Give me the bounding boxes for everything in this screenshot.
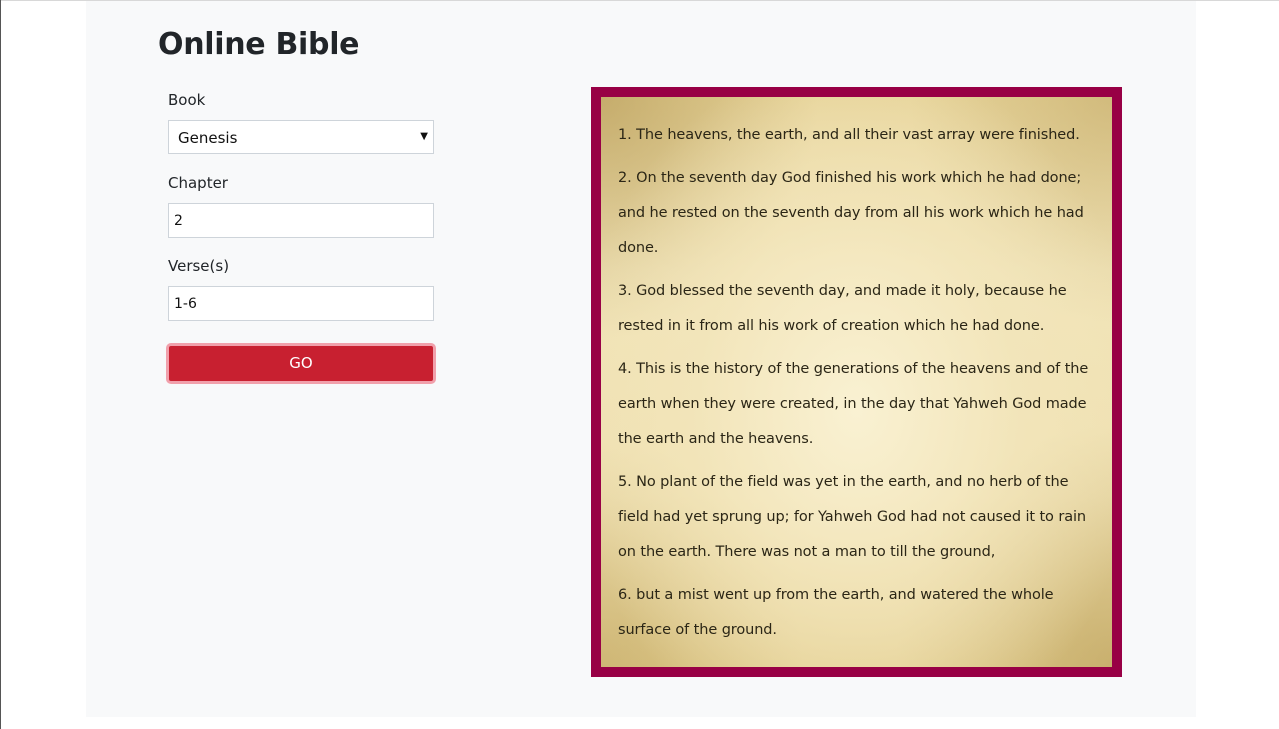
main-container: Online Bible Book Genesis ▼ Chapter Vers… [86,1,1196,717]
verse-text: 5. No plant of the field was yet in the … [618,474,1087,560]
window-left-border [0,0,1,729]
book-label: Book [168,91,206,109]
go-button[interactable]: GO [166,343,436,384]
chapter-input[interactable] [168,203,434,238]
verses-label: Verse(s) [168,257,230,275]
book-select[interactable]: Genesis ▼ [168,120,434,154]
book-select-value: Genesis [178,129,238,147]
page-title: Online Bible [158,27,360,62]
verses-input[interactable] [168,286,434,321]
chapter-label: Chapter [168,174,228,192]
verse-text: 3. God blessed the seventh day, and made… [618,283,1067,334]
verse-text: 1. The heavens, the earth, and all their… [618,127,1080,143]
verse-text: 6. but a mist went up from the earth, an… [618,587,1054,638]
caret-down-icon: ▼ [420,131,428,142]
passage-display: 1. The heavens, the earth, and all their… [591,87,1122,677]
verse-text: 4. This is the history of the generation… [618,361,1089,447]
passage-form: Book Genesis ▼ Chapter Verse(s) GO [166,90,436,384]
verse-text: 2. On the seventh day God finished his w… [618,170,1084,256]
